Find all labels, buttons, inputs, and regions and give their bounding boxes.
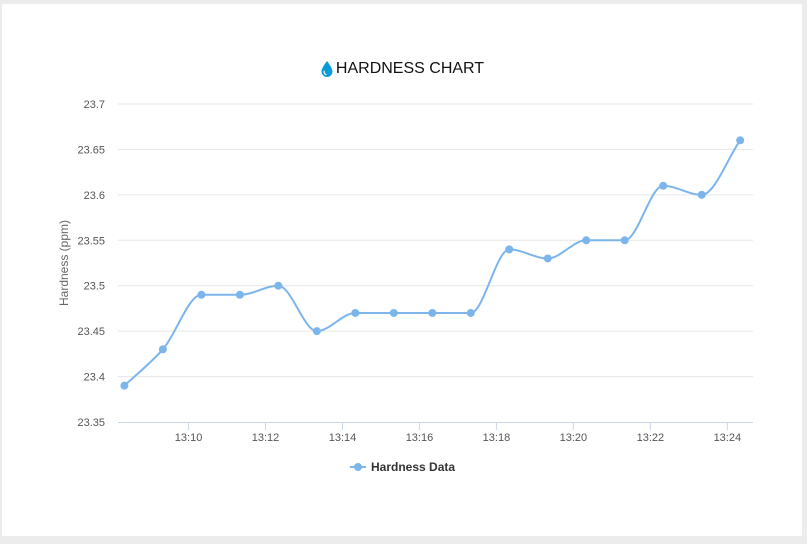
y-tick-label: 23.55: [77, 235, 105, 247]
data-point[interactable]: [466, 308, 475, 317]
y-axis-title: Hardness (ppm): [57, 220, 71, 306]
data-point[interactable]: [120, 381, 129, 390]
data-point[interactable]: [505, 245, 514, 254]
grid-lines: [118, 103, 753, 378]
x-tick-label: 13:12: [252, 432, 280, 444]
y-tick-label: 23.7: [84, 99, 105, 111]
data-point[interactable]: [659, 181, 668, 190]
data-point[interactable]: [620, 236, 629, 245]
x-axis: 13:10 13:12 13:14 13:16 13:18 13:20 13:22 13:24: [118, 422, 753, 444]
legend-marker: [354, 463, 362, 471]
data-point[interactable]: [312, 327, 321, 336]
series-hardness[interactable]: [120, 136, 745, 390]
data-point[interactable]: [543, 254, 552, 263]
legend-label[interactable]: Hardness Data: [371, 460, 455, 474]
series-line: [123, 139, 741, 387]
y-tick-label: 23.5: [84, 281, 105, 293]
y-tick-label: 23.65: [77, 144, 105, 156]
y-axis-ticks: 23.35 23.4 23.45 23.5 23.55 23.6 23.65 23.7: [77, 99, 105, 429]
y-tick-label: 23.6: [84, 190, 105, 202]
x-tick-label: 13:20: [560, 432, 588, 444]
data-point[interactable]: [351, 308, 360, 317]
data-point[interactable]: [428, 308, 437, 317]
data-point[interactable]: [736, 136, 745, 145]
x-tick-label: 13:18: [483, 432, 511, 444]
data-point[interactable]: [197, 290, 206, 299]
x-tick-label: 13:14: [329, 432, 357, 444]
data-point[interactable]: [582, 236, 591, 245]
data-point[interactable]: [158, 345, 167, 354]
data-point[interactable]: [235, 290, 244, 299]
legend[interactable]: Hardness Data: [350, 460, 455, 474]
x-tick-label: 13:16: [406, 432, 434, 444]
line-chart: 23.35 23.4 23.45 23.5 23.55 23.6 23.65 23.7 13:…: [57, 99, 753, 474]
y-tick-label: 23.4: [84, 372, 105, 384]
y-tick-label: 23.45: [77, 326, 105, 338]
data-point[interactable]: [389, 308, 398, 317]
x-tick-label: 13:22: [637, 432, 665, 444]
y-tick-label: 23.35: [77, 417, 105, 429]
data-point[interactable]: [697, 190, 706, 199]
data-point[interactable]: [274, 281, 283, 290]
x-tick-label: 13:24: [714, 432, 742, 444]
x-tick-label: 13:10: [175, 432, 203, 444]
